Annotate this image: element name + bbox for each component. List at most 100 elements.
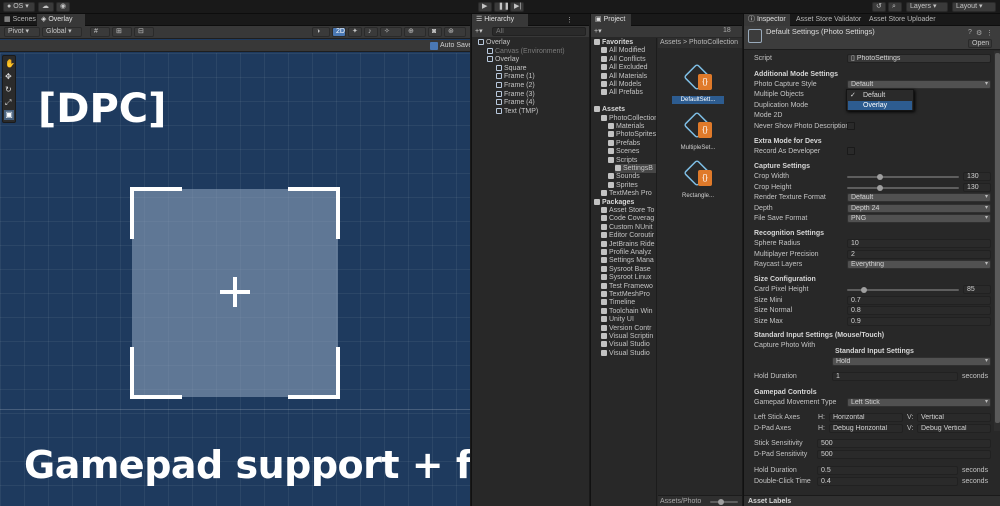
file-save-format-dropdown[interactable]: PNG <box>847 214 991 223</box>
tab-asset-store-uploader[interactable]: Asset Store Uploader <box>865 14 937 26</box>
step-button[interactable]: ▶| <box>510 2 524 12</box>
collab-button[interactable]: ◉ <box>56 2 70 12</box>
rect-tool-icon[interactable]: ▣ <box>4 110 14 120</box>
script-field[interactable]: ▯ PhotoSettings <box>847 54 991 63</box>
option-default[interactable]: Default <box>863 91 885 100</box>
crop-width-field[interactable]: 130 <box>963 172 991 181</box>
breadcrumb[interactable]: Assets > PhotoCollection <box>660 38 738 47</box>
2d-toggle[interactable]: 2D <box>332 27 346 37</box>
project-tree-item[interactable]: All Prefabs <box>601 88 643 97</box>
left-stick-v-field[interactable]: Vertical <box>917 413 991 422</box>
play-button[interactable]: ▶ <box>478 2 492 12</box>
size-mini-field[interactable]: 0.7 <box>847 296 991 305</box>
hierarchy-search-input[interactable]: All <box>492 27 586 36</box>
sphere-radius-field[interactable]: 10 <box>847 239 991 248</box>
double-click-unit: seconds <box>962 478 989 485</box>
crop-height-field[interactable]: 130 <box>963 183 991 192</box>
option-overlay[interactable]: Overlay <box>863 101 887 110</box>
tab-scenes[interactable]: ▦ Scenes <box>0 14 36 26</box>
layout-dropdown[interactable]: Layout ▾ <box>952 2 996 12</box>
left-stick-h-field[interactable]: Horizontal <box>829 413 903 422</box>
camera-button[interactable]: ◙ <box>428 27 442 37</box>
crop-height-label: Crop Height <box>754 184 792 191</box>
scale-tool-icon[interactable]: ⤢ <box>5 98 11 108</box>
scene-view[interactable]: ▦ Scenes ◈ Overlay Pivot ▾ Global ▾ # ⊞ … <box>0 14 470 506</box>
inspector-scrollbar[interactable] <box>994 51 1000 431</box>
cloud-button[interactable]: ☁ <box>38 2 54 12</box>
transform-tools: ✋ ✥ ↻ ⤢ ▣ <box>2 55 16 123</box>
standard-input-subheader: Standard Input Settings <box>835 348 914 355</box>
scene-canvas[interactable]: ✋ ✥ ↻ ⤢ ▣ [DPC] Gamepad support + frame … <box>0 53 470 506</box>
settings-icon[interactable]: ⚙ <box>976 29 982 37</box>
card-pixel-height-field[interactable]: 85 <box>963 285 991 294</box>
move-tool-icon[interactable]: ✥ <box>5 72 12 81</box>
open-button[interactable]: Open <box>968 39 992 48</box>
account-dropdown[interactable]: ● OS ▾ <box>3 2 35 12</box>
inspector-tabbar: ⓘ Inspector Asset Store Validator Asset … <box>744 14 1000 26</box>
rotate-tool-icon[interactable]: ↻ <box>5 85 12 94</box>
help-icon[interactable]: ? <box>968 29 972 36</box>
auto-save-checkbox[interactable] <box>430 42 438 50</box>
scrollbar-thumb[interactable] <box>995 53 1000 423</box>
audio-toggle[interactable]: ♪ <box>364 27 378 37</box>
crop-height-slider[interactable] <box>847 185 959 191</box>
add-icon[interactable]: +▾ <box>475 27 483 35</box>
more-options-icon[interactable]: ⋮ <box>566 16 573 24</box>
size-max-field[interactable]: 0.9 <box>847 317 991 326</box>
capture-photo-with-dropdown[interactable]: Hold <box>832 357 991 366</box>
never-show-checkbox[interactable] <box>847 122 855 130</box>
pivot-dropdown[interactable]: Pivot ▾ <box>4 27 40 37</box>
project-breadcrumb-bar: Assets > PhotoCollection <box>658 38 742 48</box>
raycast-layers-dropdown[interactable]: Everything <box>847 260 991 269</box>
asset-tile[interactable]: {} MultipleSet... <box>672 111 724 158</box>
record-as-dev-checkbox[interactable] <box>847 147 855 155</box>
folder-icon <box>608 139 614 146</box>
dpad-h-prefix: H: <box>818 425 825 432</box>
icon-size-slider[interactable] <box>710 499 738 505</box>
layers-dropdown[interactable]: Layers ▾ <box>906 2 948 12</box>
folder-icon <box>601 324 607 331</box>
dpad-h-field[interactable]: Debug Horizontal <box>829 424 903 433</box>
hierarchy-item[interactable]: Text (TMP) <box>496 107 538 116</box>
sphere-icon: ◑ <box>316 28 321 35</box>
project-tree-item[interactable]: Visual Studio <box>601 349 650 358</box>
dpad-sensitivity-field[interactable]: 500 <box>817 450 991 459</box>
depth-dropdown[interactable]: Depth 24 <box>847 204 991 213</box>
tab-hierarchy[interactable]: ☰ Hierarchy <box>472 14 528 26</box>
tab-inspector[interactable]: ⓘ Inspector <box>744 14 790 26</box>
crop-width-slider[interactable] <box>847 174 959 180</box>
pause-button[interactable]: ❚❚ <box>494 2 510 12</box>
photo-capture-style-dropdown[interactable]: Default <box>847 80 991 89</box>
search-button[interactable]: ⌕ <box>888 2 902 12</box>
size-normal-field[interactable]: 0.8 <box>847 306 991 315</box>
more-options-icon[interactable]: ⋮ <box>986 29 993 37</box>
card-pixel-height-slider[interactable] <box>847 287 959 293</box>
asset-tile[interactable]: {} DefaultSett... <box>672 63 724 110</box>
inspector-header: Default Settings (Photo Settings) ? ⚙ ⋮ … <box>744 26 1000 50</box>
gamepad-movement-dropdown[interactable]: Left Stick <box>847 398 991 407</box>
create-icon[interactable]: +▾ <box>594 27 602 35</box>
hand-tool-icon[interactable]: ✋ <box>5 59 15 68</box>
ruler-button[interactable]: ⊟ <box>134 27 154 37</box>
snap-increment-button[interactable]: ⊞ <box>112 27 132 37</box>
lighting-toggle[interactable]: ✦ <box>348 27 362 37</box>
undo-history-button[interactable]: ↺ <box>872 2 886 12</box>
shading-mode-button[interactable]: ◑ <box>312 27 330 37</box>
folder-icon <box>601 257 607 264</box>
gp-hold-duration-field[interactable]: 0.5 <box>817 466 958 475</box>
asset-tile[interactable]: {} Rectangle... <box>672 159 724 206</box>
multiplayer-precision-field[interactable]: 2 <box>847 250 991 259</box>
effects-toggle[interactable]: ✧ <box>380 27 402 37</box>
hold-duration-field[interactable]: 1 <box>832 372 958 381</box>
render-texture-dropdown[interactable]: Default <box>847 193 991 202</box>
global-dropdown[interactable]: Global ▾ <box>42 27 82 37</box>
tab-project[interactable]: ▣ Project <box>591 14 631 26</box>
grid-snap-button[interactable]: # <box>90 27 110 37</box>
double-click-field[interactable]: 0.4 <box>817 477 958 486</box>
gizmo-toggle[interactable]: ⊕ <box>404 27 426 37</box>
stick-sensitivity-field[interactable]: 500 <box>817 439 991 448</box>
tab-overlay[interactable]: ◈ Overlay <box>37 14 85 26</box>
dpad-v-field[interactable]: Debug Vertical <box>917 424 991 433</box>
gizmos-dropdown[interactable]: ⊛ <box>444 27 466 37</box>
tab-asset-store-validator[interactable]: Asset Store Validator <box>792 14 864 26</box>
